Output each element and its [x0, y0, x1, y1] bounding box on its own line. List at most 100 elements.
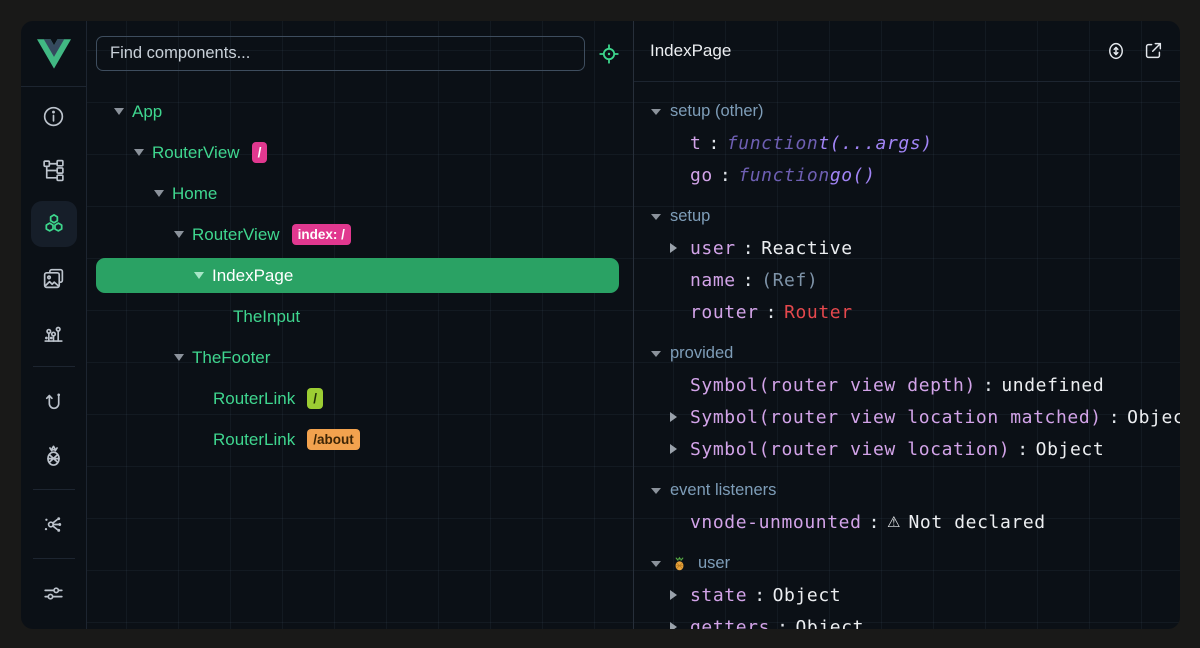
- state-value: (Ref): [761, 270, 818, 291]
- info-icon: [41, 104, 66, 129]
- state-value: t(...args): [818, 133, 932, 154]
- search-input[interactable]: [96, 36, 585, 71]
- state-row-symbol-router-view-depth-: Symbol(router view depth):undefined: [634, 369, 1180, 401]
- state-row-symbol-router-view-location-[interactable]: Symbol(router view location):Object: [634, 433, 1180, 465]
- pick-component-icon[interactable]: [597, 42, 621, 66]
- collapse-toggle-icon[interactable]: [651, 488, 661, 494]
- colon-separator: :: [777, 617, 788, 630]
- state-value: Router: [784, 302, 853, 323]
- devtools-window: App RouterView / Home RouterView index: / Inde…: [21, 21, 1180, 629]
- expand-arrow-icon[interactable]: [670, 590, 690, 600]
- state-row-vnode-unmounted: vnode-unmounted:⚠Not declared: [634, 506, 1180, 538]
- component-name: RouterLink: [213, 389, 295, 409]
- component-name: RouterView: [192, 225, 280, 245]
- collapse-toggle-icon[interactable]: [174, 354, 184, 361]
- sidebar-item-components[interactable]: [31, 201, 77, 247]
- sidebar-divider: [33, 489, 75, 490]
- state-row-t: t:function t(...args): [634, 127, 1180, 159]
- component-name: RouterView: [152, 143, 240, 163]
- state-section: userstate:Objectgetters:Object: [634, 548, 1180, 629]
- state-value: undefined: [1001, 375, 1104, 396]
- tree-item-routerlink[interactable]: RouterLink/: [96, 378, 619, 419]
- inspector-panel: IndexPage setup (other) t:function t(...a…: [633, 21, 1180, 629]
- component-name: App: [132, 102, 162, 122]
- collapse-toggle-icon[interactable]: [134, 149, 144, 156]
- inspected-component-title: IndexPage: [650, 41, 1090, 61]
- tree-item-indexpage[interactable]: IndexPage: [96, 258, 619, 293]
- timeline-sliders-icon: [41, 320, 66, 345]
- sidebar-item-settings[interactable]: [31, 570, 77, 616]
- sidebar-item-pinia[interactable]: [31, 432, 77, 478]
- component-name: TheFooter: [192, 348, 270, 368]
- section-header-event-listeners[interactable]: event listeners: [634, 475, 1180, 506]
- section-header-setup[interactable]: setup: [634, 201, 1180, 232]
- settings-icon: [41, 581, 66, 606]
- state-key: go: [690, 165, 713, 186]
- section-header-provided[interactable]: provided: [634, 338, 1180, 369]
- section-title: setup: [670, 207, 710, 226]
- collapse-toggle-icon[interactable]: [154, 190, 164, 197]
- sidebar-item-timeline-sliders[interactable]: [31, 309, 77, 355]
- state-value: Object: [1127, 407, 1180, 428]
- sidebar: [21, 21, 87, 629]
- collapse-toggle-icon[interactable]: [651, 214, 661, 220]
- expand-arrow-icon[interactable]: [670, 412, 690, 422]
- collapse-toggle-icon[interactable]: [174, 231, 184, 238]
- sidebar-item-router[interactable]: [31, 378, 77, 424]
- expand-arrow-icon[interactable]: [670, 622, 690, 629]
- state-row-symbol-router-view-location-matched-[interactable]: Symbol(router view location matched):Obj…: [634, 401, 1180, 433]
- collapse-toggle-icon[interactable]: [651, 561, 661, 567]
- route-badge: index: /: [292, 224, 351, 245]
- colon-separator: :: [743, 238, 754, 259]
- components-icon: [41, 211, 67, 237]
- tree-item-thefooter[interactable]: TheFooter: [96, 337, 619, 378]
- route-badge: /: [252, 142, 268, 163]
- colon-separator: :: [720, 165, 731, 186]
- tree-item-home[interactable]: Home: [96, 173, 619, 214]
- route-badge: /about: [307, 429, 360, 450]
- tree-item-routerview[interactable]: RouterView index: /: [96, 214, 619, 255]
- tree-item-theinput[interactable]: TheInput: [96, 296, 619, 337]
- sidebar-divider: [33, 366, 75, 367]
- tree-icon: [41, 158, 66, 183]
- tree-item-routerview[interactable]: RouterView /: [96, 132, 619, 173]
- state-row-user[interactable]: user:Reactive: [634, 232, 1180, 264]
- state-row-getters[interactable]: getters:Object: [634, 611, 1180, 629]
- component-tree: App RouterView / Home RouterView index: / Inde…: [87, 86, 633, 629]
- expand-arrow-icon[interactable]: [670, 444, 690, 454]
- inspector-header: IndexPage: [634, 21, 1180, 82]
- pinia-icon: [41, 443, 66, 468]
- tree-item-app[interactable]: App: [96, 91, 619, 132]
- state-key: name: [690, 270, 736, 291]
- colon-separator: :: [743, 270, 754, 291]
- state-section: setup (other)t:function t(...args)go:fun…: [634, 96, 1180, 191]
- state-value: Object: [773, 585, 842, 606]
- section-title: setup (other): [670, 102, 764, 121]
- collapse-toggle-icon[interactable]: [114, 108, 124, 115]
- sidebar-item-info[interactable]: [31, 93, 77, 139]
- state-key: Symbol(router view location): [690, 439, 1010, 460]
- scroll-to-component-icon[interactable]: [1105, 40, 1127, 62]
- state-value: Reactive: [761, 238, 853, 259]
- sidebar-item-images[interactable]: [31, 255, 77, 301]
- expand-arrow-icon[interactable]: [670, 243, 690, 253]
- section-header-user[interactable]: user: [634, 548, 1180, 579]
- state-row-state[interactable]: state:Object: [634, 579, 1180, 611]
- component-name: RouterLink: [213, 430, 295, 450]
- colon-separator: :: [983, 375, 994, 396]
- tree-item-routerlink[interactable]: RouterLink/about: [96, 419, 619, 460]
- sidebar-item-graph[interactable]: [31, 501, 77, 547]
- collapse-toggle-icon[interactable]: [194, 272, 204, 279]
- open-in-editor-icon[interactable]: [1142, 40, 1164, 62]
- state-value: Not declared: [908, 512, 1045, 533]
- graph-icon: [41, 512, 66, 537]
- state-section: event listenersvnode-unmounted:⚠Not decl…: [634, 475, 1180, 538]
- collapse-toggle-icon[interactable]: [651, 351, 661, 357]
- images-icon: [41, 266, 66, 291]
- inspector-body: setup (other)t:function t(...args)go:fun…: [634, 82, 1180, 629]
- sidebar-item-tree[interactable]: [31, 147, 77, 193]
- collapse-toggle-icon[interactable]: [651, 109, 661, 115]
- state-key: vnode-unmounted: [690, 512, 862, 533]
- router-icon: [41, 389, 66, 414]
- section-header-setup-other-[interactable]: setup (other): [634, 96, 1180, 127]
